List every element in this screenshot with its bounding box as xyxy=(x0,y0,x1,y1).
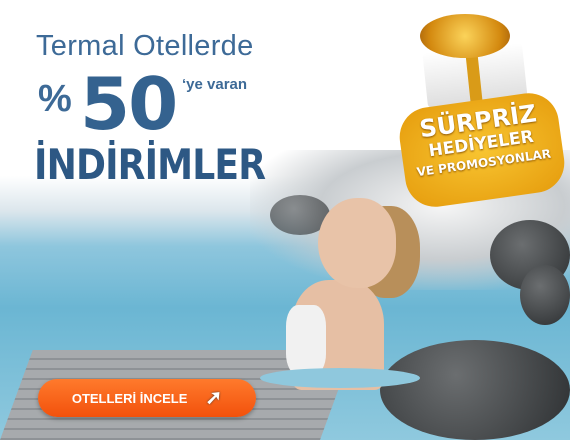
rock xyxy=(520,265,570,325)
view-hotels-button[interactable]: OTELLERİ İNCELE ➚ xyxy=(38,379,256,417)
gift-bow-icon xyxy=(420,14,510,58)
rock xyxy=(380,340,570,440)
cursor-icon: ➚ xyxy=(205,387,223,409)
hotel-promo-banner[interactable]: Termal Otellerde % 50 ‘ye varan İNDİRİML… xyxy=(0,0,570,440)
headline-discounts: İNDİRİMLER xyxy=(34,140,266,189)
discount-value: 50 xyxy=(80,62,178,146)
woman-face xyxy=(318,198,396,288)
headline-line1: Termal Otellerde xyxy=(36,30,254,62)
discount-suffix: ‘ye varan xyxy=(182,76,248,93)
view-hotels-label: OTELLERİ İNCELE xyxy=(71,390,188,406)
percent-sign: % xyxy=(38,78,72,120)
water xyxy=(260,368,420,388)
swimsuit xyxy=(286,305,326,375)
